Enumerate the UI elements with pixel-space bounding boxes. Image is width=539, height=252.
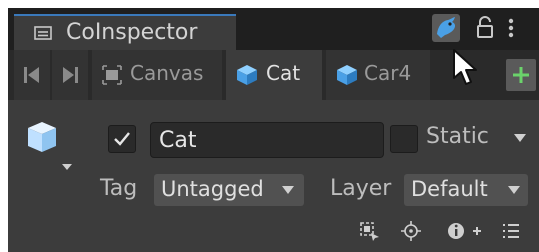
- checkmark-icon: [114, 132, 130, 146]
- window-title: CoInspector: [66, 20, 198, 45]
- tab-car4[interactable]: Car4: [326, 50, 430, 100]
- next-button[interactable]: [52, 50, 88, 100]
- lock-icon[interactable]: [476, 16, 494, 40]
- title-bar: CoInspector: [8, 8, 539, 50]
- chevron-down-icon: [508, 186, 520, 194]
- tab-label: Cat: [266, 61, 301, 85]
- name-input[interactable]: [151, 123, 383, 157]
- select-frame-icon[interactable]: [358, 220, 380, 242]
- static-label: Static: [426, 124, 489, 149]
- tab-label: Canvas: [130, 61, 204, 85]
- previous-button[interactable]: [14, 50, 50, 100]
- plus-icon: [513, 67, 529, 83]
- crosshair-icon[interactable]: [400, 220, 422, 242]
- gameobject-header: Static Tag Untagged Layer Default: [8, 100, 539, 252]
- layer-dropdown[interactable]: Default: [404, 174, 528, 206]
- tab-canvas[interactable]: Canvas: [92, 50, 222, 100]
- static-dropdown-arrow-icon[interactable]: [514, 134, 526, 142]
- tab-cat[interactable]: Cat: [226, 50, 322, 100]
- cube-icon: [337, 65, 357, 85]
- creature-logo-icon: [437, 17, 456, 38]
- cube-icon: [237, 65, 257, 85]
- static-checkbox[interactable]: [390, 125, 418, 153]
- name-field[interactable]: [150, 122, 384, 158]
- active-checkbox[interactable]: [108, 125, 136, 153]
- tag-dropdown[interactable]: Untagged: [154, 174, 304, 206]
- tag-label: Tag: [100, 176, 138, 201]
- list-icon[interactable]: [500, 220, 522, 242]
- gameobject-cube-icon[interactable]: [26, 116, 72, 172]
- window-tab[interactable]: CoInspector: [14, 14, 236, 50]
- info-add-icon[interactable]: [446, 220, 486, 242]
- layer-label: Layer: [330, 176, 392, 201]
- tag-value: Untagged: [161, 177, 264, 201]
- add-tab-button[interactable]: [506, 59, 536, 91]
- skip-next-icon: [63, 67, 78, 83]
- kebab-menu-icon[interactable]: [507, 16, 515, 40]
- inspector-window: CoInspector Canvas Cat Car4 Cat Static T…: [8, 8, 539, 252]
- skip-previous-icon: [24, 67, 39, 83]
- chevron-down-icon: [282, 186, 294, 194]
- list-window-icon: [34, 26, 52, 40]
- tab-label: Car4: [364, 61, 412, 85]
- component-inspector-button[interactable]: [432, 14, 460, 42]
- mouse-pointer-icon: [453, 49, 477, 85]
- canvas-icon: [102, 65, 122, 85]
- layer-value: Default: [411, 177, 488, 201]
